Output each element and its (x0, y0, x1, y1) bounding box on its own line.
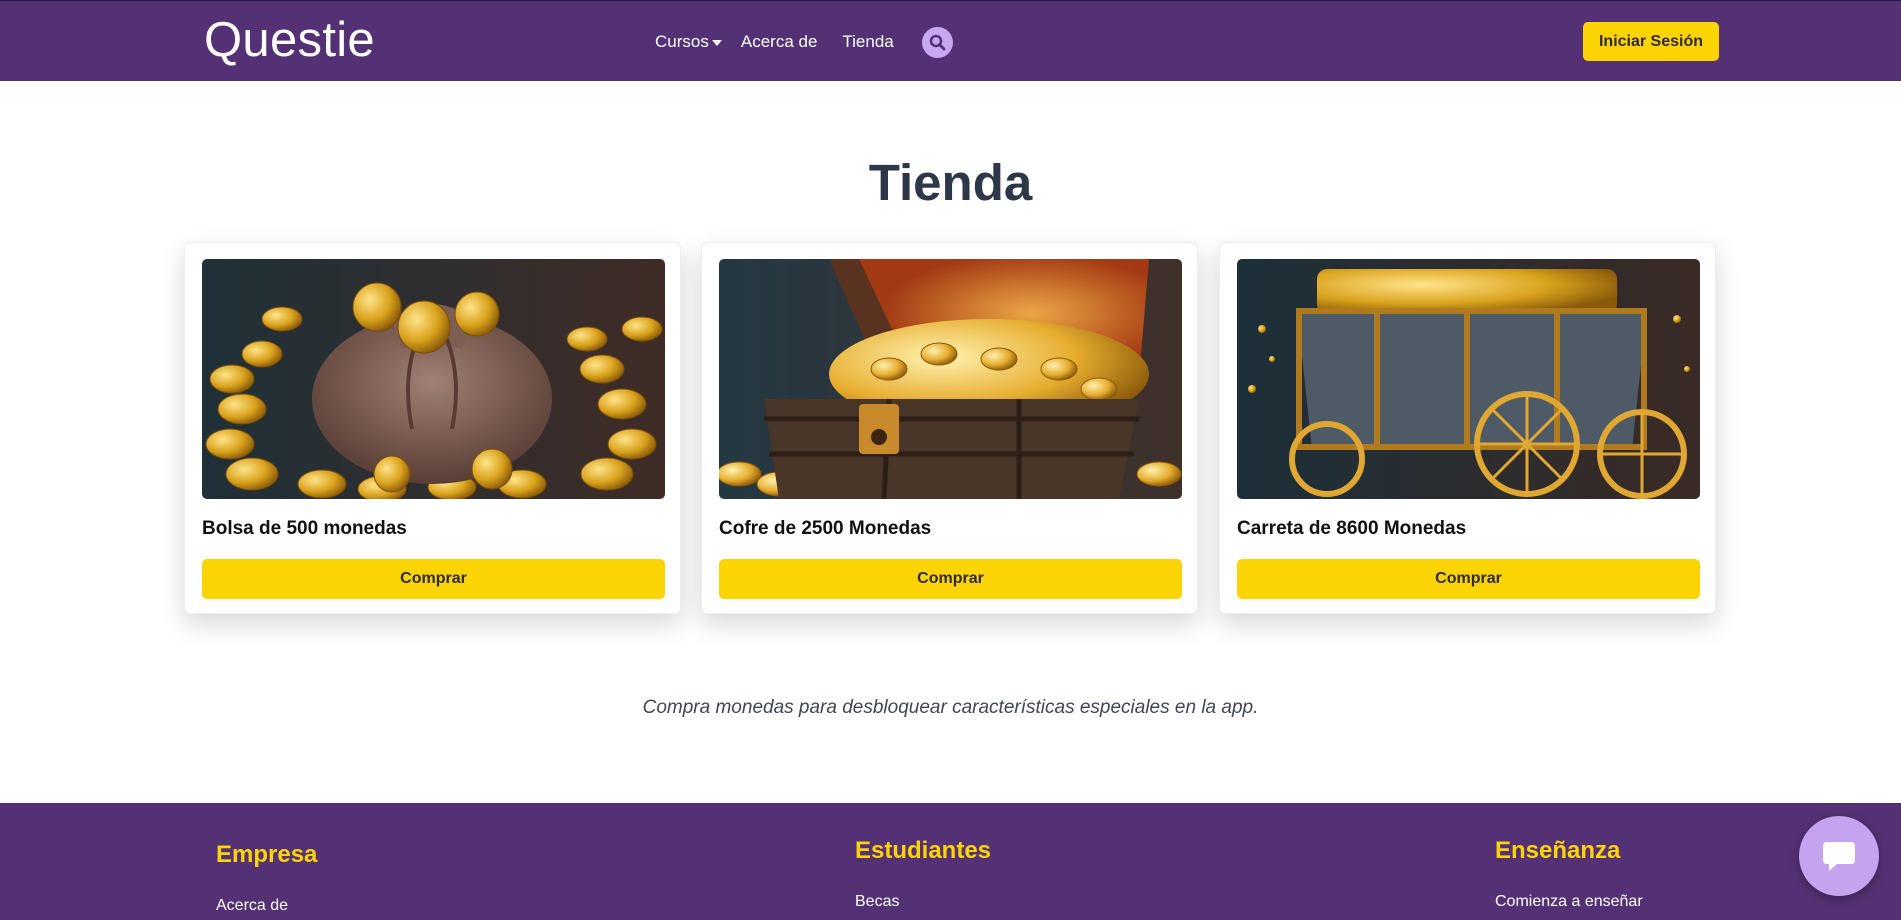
product-title: Cofre de 2500 Monedas (719, 518, 932, 539)
buy-button-carreta[interactable]: Comprar (1237, 559, 1700, 599)
main-nav: Cursos Acerca de Tienda (655, 31, 894, 53)
top-navbar: Questie Cursos Acerca de Tienda Iniciar … (0, 0, 1901, 81)
footer-link-comienza-a-ensenar[interactable]: Comienza a enseñar (1495, 893, 1643, 911)
treasure-cart-image (1237, 259, 1700, 499)
product-card-cofre: Cofre de 2500 Monedas Comprar (701, 242, 1198, 614)
chat-bubble-icon (1823, 842, 1855, 871)
footer-heading: Estudiantes (855, 837, 992, 864)
logo[interactable]: Questie (204, 11, 375, 69)
buy-button-bolsa[interactable]: Comprar (202, 559, 665, 599)
footer-link-becas[interactable]: Becas (855, 893, 899, 911)
footer: Empresa Acerca de Estudiantes Becas Ense… (0, 803, 1901, 920)
footer-column-ensenanza: Enseñanza Comienza a enseñar (1495, 836, 1795, 910)
footer-column-empresa: Empresa Acerca de (216, 840, 616, 914)
search-button[interactable] (922, 27, 953, 58)
footer-link-acerca-de[interactable]: Acerca de (216, 897, 288, 915)
footer-column-estudiantes: Estudiantes Becas (855, 836, 1255, 910)
product-card-carreta: Carreta de 8600 Monedas Comprar (1219, 242, 1716, 614)
search-icon (929, 34, 946, 51)
store-description: Compra monedas para desbloquear caracter… (642, 697, 1259, 718)
footer-heading: Enseñanza (1495, 837, 1621, 864)
nav-tienda[interactable]: Tienda (842, 32, 893, 52)
product-card-bolsa: Bolsa de 500 monedas Comprar (184, 242, 681, 614)
footer-heading: Empresa (216, 841, 318, 868)
coin-bag-image (202, 259, 665, 499)
treasure-chest-image (719, 259, 1182, 499)
nav-cursos[interactable]: Cursos (655, 32, 722, 52)
login-button[interactable]: Iniciar Sesión (1583, 22, 1719, 61)
product-title: Carreta de 8600 Monedas (1237, 518, 1467, 539)
nav-acerca-de[interactable]: Acerca de (741, 32, 818, 52)
caret-down-icon (711, 39, 722, 46)
chat-button[interactable] (1799, 816, 1879, 896)
buy-button-cofre[interactable]: Comprar (719, 559, 1182, 599)
nav-cursos-label: Cursos (655, 32, 709, 51)
product-title: Bolsa de 500 monedas (202, 518, 407, 539)
page-title: Tienda (868, 154, 1033, 211)
